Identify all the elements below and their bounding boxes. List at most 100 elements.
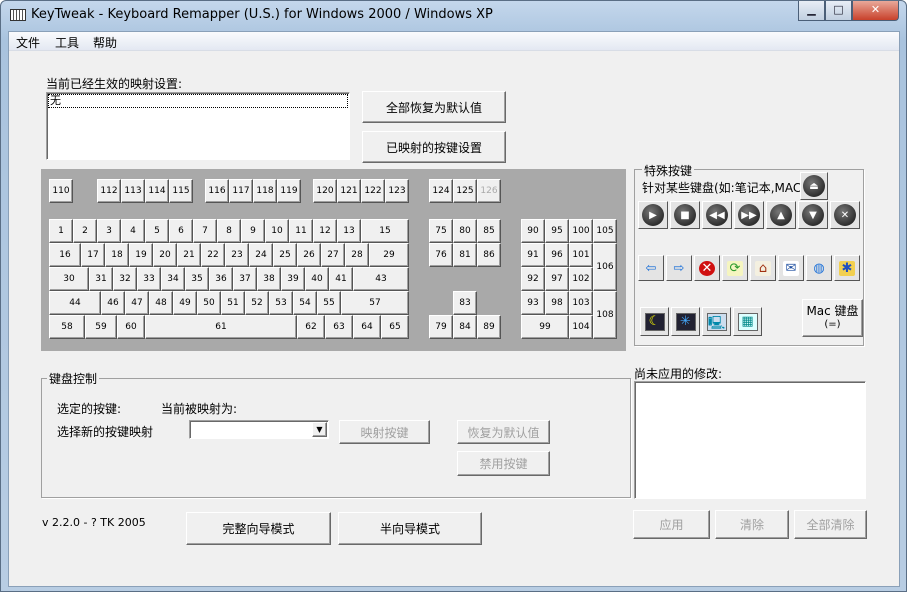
key-9[interactable]: 9 xyxy=(241,219,265,243)
restore-default-button[interactable]: 恢复为默认值 xyxy=(457,420,550,444)
key-2[interactable]: 2 xyxy=(73,219,97,243)
key-17[interactable]: 17 xyxy=(81,243,105,267)
key-103[interactable]: 103 xyxy=(569,291,593,315)
key-126[interactable]: 126 xyxy=(477,179,501,203)
rewind-button[interactable]: ◀◀ xyxy=(702,201,732,229)
key-121[interactable]: 121 xyxy=(337,179,361,203)
key-47[interactable]: 47 xyxy=(125,291,149,315)
key-54[interactable]: 54 xyxy=(293,291,317,315)
key-100[interactable]: 100 xyxy=(569,219,593,243)
refresh-button[interactable]: ⟳ xyxy=(722,255,748,281)
key-99[interactable]: 99 xyxy=(521,315,569,339)
key-4[interactable]: 4 xyxy=(121,219,145,243)
key-112[interactable]: 112 xyxy=(97,179,121,203)
key-108[interactable]: 108 xyxy=(593,291,617,339)
key-105[interactable]: 105 xyxy=(593,219,617,243)
key-15[interactable]: 15 xyxy=(361,219,409,243)
key-30[interactable]: 30 xyxy=(49,267,89,291)
key-113[interactable]: 113 xyxy=(121,179,145,203)
key-114[interactable]: 114 xyxy=(145,179,169,203)
home-button[interactable]: ⌂ xyxy=(750,255,776,281)
half-teach-mode-button[interactable]: 半向导模式 xyxy=(338,512,482,545)
new-mapping-combobox[interactable]: ▼ xyxy=(189,420,329,439)
key-80[interactable]: 80 xyxy=(453,219,477,243)
key-61[interactable]: 61 xyxy=(145,315,297,339)
clear-all-button[interactable]: 全部清除 xyxy=(794,510,867,539)
key-26[interactable]: 26 xyxy=(297,243,321,267)
web-button[interactable]: ◍ xyxy=(806,255,832,281)
key-49[interactable]: 49 xyxy=(173,291,197,315)
key-120[interactable]: 120 xyxy=(313,179,337,203)
calculator-button[interactable]: ▦ xyxy=(733,307,762,336)
key-83[interactable]: 83 xyxy=(453,291,477,315)
key-7[interactable]: 7 xyxy=(193,219,217,243)
key-102[interactable]: 102 xyxy=(569,267,593,291)
mail-button[interactable]: ✉ xyxy=(778,255,804,281)
full-teach-mode-button[interactable]: 完整向导模式 xyxy=(186,512,331,545)
mac-keyboard-button[interactable]: Mac 键盘 (=) xyxy=(802,299,863,337)
close-button[interactable]: ✕ xyxy=(852,1,899,21)
pending-changes-list[interactable] xyxy=(634,381,866,499)
key-37[interactable]: 37 xyxy=(233,267,257,291)
show-mapped-keys-button[interactable]: 已映射的按键设置 xyxy=(362,131,506,163)
key-101[interactable]: 101 xyxy=(569,243,593,267)
play-button[interactable]: ▶ xyxy=(638,201,668,229)
key-59[interactable]: 59 xyxy=(85,315,117,339)
key-24[interactable]: 24 xyxy=(249,243,273,267)
key-60[interactable]: 60 xyxy=(117,315,145,339)
key-51[interactable]: 51 xyxy=(221,291,245,315)
key-31[interactable]: 31 xyxy=(89,267,113,291)
key-25[interactable]: 25 xyxy=(273,243,297,267)
key-90[interactable]: 90 xyxy=(521,219,545,243)
stop-button[interactable]: ■ xyxy=(670,201,700,229)
key-36[interactable]: 36 xyxy=(209,267,233,291)
key-33[interactable]: 33 xyxy=(137,267,161,291)
minimize-button[interactable]: ▁ xyxy=(798,1,825,21)
key-1[interactable]: 1 xyxy=(49,219,73,243)
key-115[interactable]: 115 xyxy=(169,179,193,203)
sleep-button[interactable]: ☾ xyxy=(640,307,669,336)
favorites-button[interactable]: ✱ xyxy=(834,255,860,281)
key-122[interactable]: 122 xyxy=(361,179,385,203)
key-86[interactable]: 86 xyxy=(477,243,501,267)
key-39[interactable]: 39 xyxy=(281,267,305,291)
key-50[interactable]: 50 xyxy=(197,291,221,315)
key-116[interactable]: 116 xyxy=(205,179,229,203)
key-98[interactable]: 98 xyxy=(545,291,569,315)
key-104[interactable]: 104 xyxy=(569,315,593,339)
my-computer-button[interactable]: 🖳 xyxy=(702,307,731,336)
key-96[interactable]: 96 xyxy=(545,243,569,267)
volume-down-button[interactable]: ▼ xyxy=(798,201,828,229)
list-item[interactable]: 无 xyxy=(48,94,348,108)
key-89[interactable]: 89 xyxy=(477,315,501,339)
key-32[interactable]: 32 xyxy=(113,267,137,291)
key-125[interactable]: 125 xyxy=(453,179,477,203)
key-27[interactable]: 27 xyxy=(321,243,345,267)
key-123[interactable]: 123 xyxy=(385,179,409,203)
back-button[interactable]: ⇦ xyxy=(638,255,664,281)
key-106[interactable]: 106 xyxy=(593,243,617,291)
clear-button[interactable]: 清除 xyxy=(715,510,789,539)
disable-key-button[interactable]: 禁用按键 xyxy=(457,451,550,476)
key-75[interactable]: 75 xyxy=(429,219,453,243)
key-43[interactable]: 43 xyxy=(353,267,409,291)
maximize-button[interactable]: □ xyxy=(825,1,852,21)
key-29[interactable]: 29 xyxy=(369,243,409,267)
stop-browser-button[interactable]: ✕ xyxy=(694,255,720,281)
forward-button[interactable]: ⇨ xyxy=(666,255,692,281)
key-10[interactable]: 10 xyxy=(265,219,289,243)
key-52[interactable]: 52 xyxy=(245,291,269,315)
key-41[interactable]: 41 xyxy=(329,267,353,291)
fast-forward-button[interactable]: ▶▶ xyxy=(734,201,764,229)
key-97[interactable]: 97 xyxy=(545,267,569,291)
key-8[interactable]: 8 xyxy=(217,219,241,243)
key-76[interactable]: 76 xyxy=(429,243,453,267)
menu-tools[interactable]: 工具 xyxy=(55,34,79,51)
key-57[interactable]: 57 xyxy=(341,291,409,315)
volume-up-button[interactable]: ▲ xyxy=(766,201,796,229)
menu-help[interactable]: 帮助 xyxy=(93,34,117,51)
key-23[interactable]: 23 xyxy=(225,243,249,267)
key-93[interactable]: 93 xyxy=(521,291,545,315)
mute-button[interactable]: ✕ xyxy=(830,201,860,229)
key-63[interactable]: 63 xyxy=(325,315,353,339)
